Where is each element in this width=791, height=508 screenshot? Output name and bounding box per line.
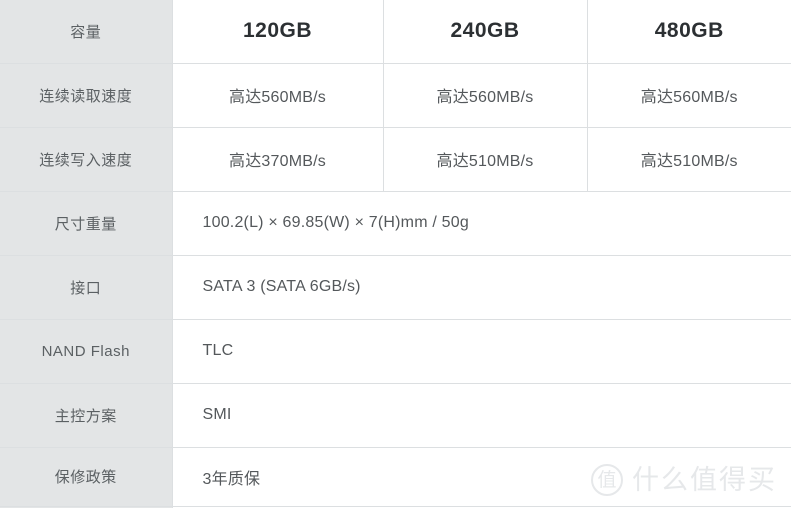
nand-flash-value: TLC — [172, 319, 791, 384]
row-label-read-speed: 连续读取速度 — [0, 63, 173, 128]
row-label-interface: 接口 — [0, 255, 173, 320]
write-speed-480gb: 高达510MB/s — [587, 127, 791, 192]
table-row: 主控方案 SMI — [0, 383, 791, 448]
write-speed-120gb: 高达370MB/s — [172, 127, 384, 192]
table-row: 容量 120GB 240GB 480GB — [0, 0, 791, 64]
controller-value: SMI — [172, 383, 791, 448]
table-row: NAND Flash TLC — [0, 319, 791, 384]
capacity-240gb: 240GB — [383, 0, 588, 64]
row-label-controller: 主控方案 — [0, 383, 173, 448]
interface-value: SATA 3 (SATA 6GB/s) — [172, 255, 791, 320]
row-label-dimensions: 尺寸重量 — [0, 191, 173, 256]
dimensions-value: 100.2(L) × 69.85(W) × 7(H)mm / 50g — [172, 191, 791, 256]
table-row: 连续写入速度 高达370MB/s 高达510MB/s 高达510MB/s — [0, 127, 791, 192]
table-row: 保修政策 3年质保 — [0, 447, 791, 507]
capacity-480gb: 480GB — [587, 0, 791, 64]
read-speed-480gb: 高达560MB/s — [587, 63, 791, 128]
table-row: 接口 SATA 3 (SATA 6GB/s) — [0, 255, 791, 320]
capacity-120gb: 120GB — [172, 0, 384, 64]
table-row: 尺寸重量 100.2(L) × 69.85(W) × 7(H)mm / 50g — [0, 191, 791, 256]
table-row: 连续读取速度 高达560MB/s 高达560MB/s 高达560MB/s — [0, 63, 791, 128]
row-label-write-speed: 连续写入速度 — [0, 127, 173, 192]
read-speed-240gb: 高达560MB/s — [383, 63, 588, 128]
row-label-capacity: 容量 — [0, 0, 173, 64]
row-label-warranty: 保修政策 — [0, 447, 173, 507]
write-speed-240gb: 高达510MB/s — [383, 127, 588, 192]
warranty-value: 3年质保 — [172, 447, 791, 507]
row-label-nand-flash: NAND Flash — [0, 319, 173, 384]
ssd-spec-sheet: 容量 120GB 240GB 480GB 连续读取速度 高达560MB/s 高达… — [0, 0, 791, 508]
read-speed-120gb: 高达560MB/s — [172, 63, 384, 128]
specification-table: 容量 120GB 240GB 480GB 连续读取速度 高达560MB/s 高达… — [0, 0, 791, 508]
